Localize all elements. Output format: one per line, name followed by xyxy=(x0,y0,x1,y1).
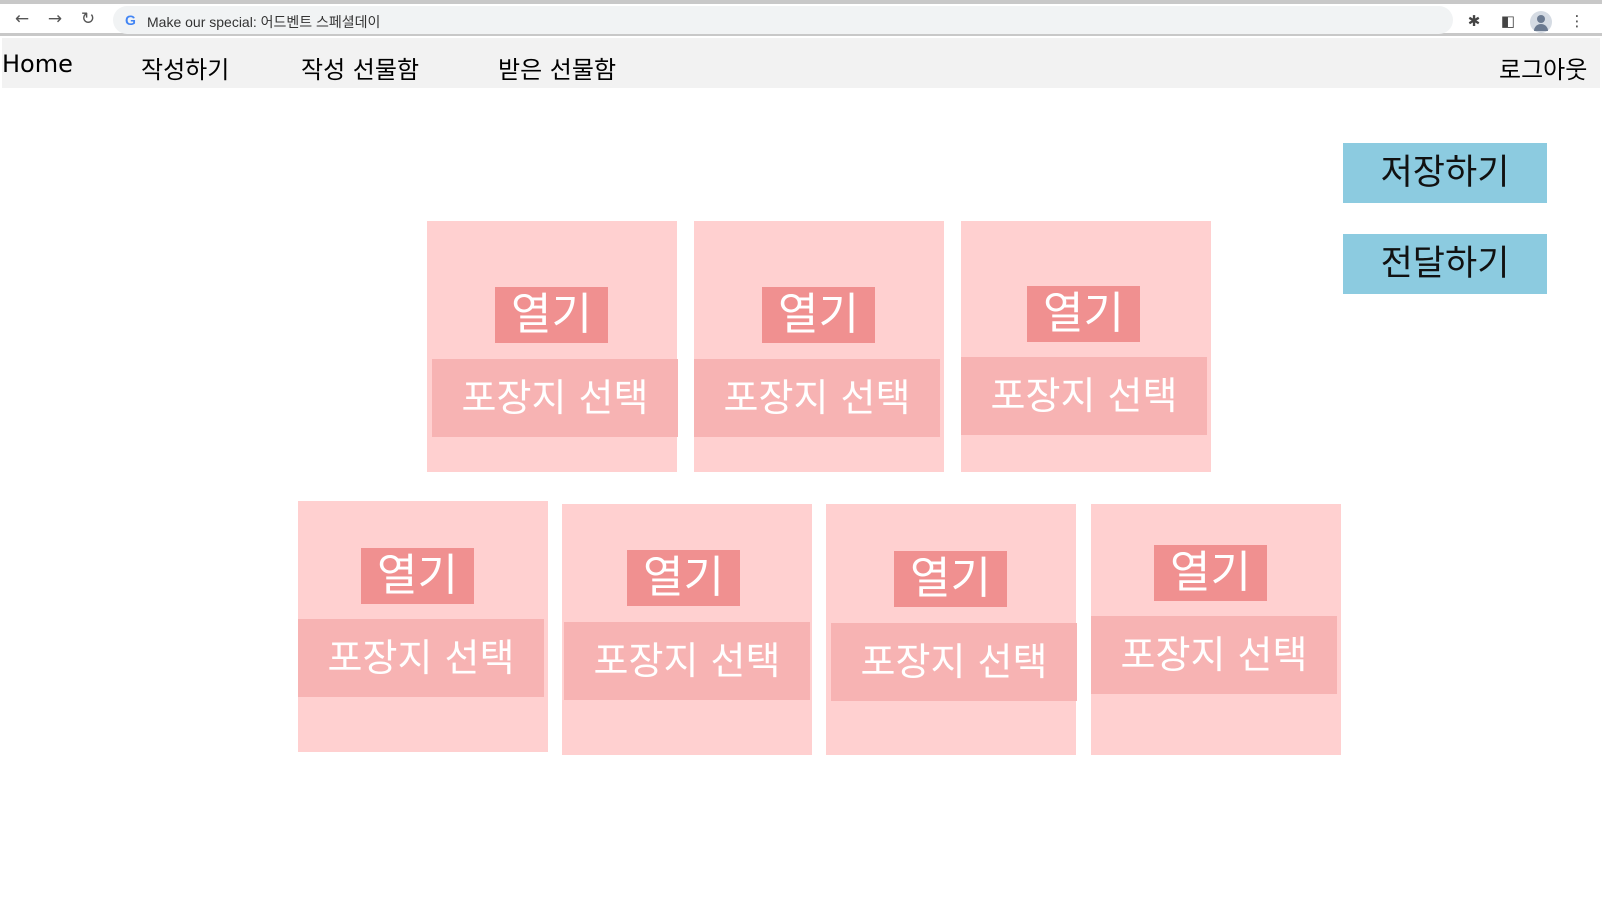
back-arrow-icon[interactable]: ← xyxy=(11,8,33,30)
open-button[interactable]: 열기 xyxy=(1027,286,1140,342)
nav-write[interactable]: 작성하기 xyxy=(141,50,229,85)
gift-box: 열기 포장지 선택 xyxy=(562,504,812,755)
wrap-select-button[interactable]: 포장지 선택 xyxy=(694,359,940,437)
open-button[interactable]: 열기 xyxy=(361,548,474,604)
wrap-select-button[interactable]: 포장지 선택 xyxy=(432,359,678,437)
address-bar[interactable]: G Make our special: 어드벤트 스페셜데이 xyxy=(113,6,1453,34)
nav-written-box[interactable]: 작성 선물함 xyxy=(301,50,419,85)
open-button[interactable]: 열기 xyxy=(894,551,1007,607)
nav-home[interactable]: Home xyxy=(2,50,73,78)
save-button[interactable]: 저장하기 xyxy=(1343,143,1547,203)
wrap-select-button[interactable]: 포장지 선택 xyxy=(564,622,810,700)
profile-icon[interactable] xyxy=(1530,11,1552,33)
nav-received-box[interactable]: 받은 선물함 xyxy=(498,50,616,85)
site-nav: Home 작성하기 작성 선물함 받은 선물함 로그아웃 xyxy=(2,38,1600,88)
gift-box: 열기 포장지 선택 xyxy=(1091,504,1341,755)
wrap-select-button[interactable]: 포장지 선택 xyxy=(831,623,1077,701)
gift-box: 열기 포장지 선택 xyxy=(694,221,944,472)
gift-box: 열기 포장지 선택 xyxy=(961,221,1211,472)
google-icon: G xyxy=(125,12,136,28)
kebab-menu-icon[interactable]: ⋮ xyxy=(1566,10,1588,32)
reload-icon[interactable]: ↻ xyxy=(77,8,99,30)
wrap-select-button[interactable]: 포장지 선택 xyxy=(1091,616,1337,694)
open-button[interactable]: 열기 xyxy=(495,287,608,343)
open-button[interactable]: 열기 xyxy=(1154,545,1267,601)
nav-logout[interactable]: 로그아웃 xyxy=(1499,50,1587,85)
send-button[interactable]: 전달하기 xyxy=(1343,234,1547,294)
open-button[interactable]: 열기 xyxy=(627,550,740,606)
gift-box: 열기 포장지 선택 xyxy=(427,221,678,472)
puzzle-icon[interactable]: ✱ xyxy=(1463,10,1485,32)
browser-toolbar: ← → ↻ G Make our special: 어드벤트 스페셜데이 ✱ ◧… xyxy=(0,0,1602,36)
open-button[interactable]: 열기 xyxy=(762,287,875,343)
address-text[interactable]: Make our special: 어드벤트 스페셜데이 xyxy=(147,12,380,32)
wrap-select-button[interactable]: 포장지 선택 xyxy=(298,619,544,697)
gift-box: 열기 포장지 선택 xyxy=(826,504,1077,755)
gift-box: 열기 포장지 선택 xyxy=(298,501,548,752)
side-panel-icon[interactable]: ◧ xyxy=(1497,10,1519,32)
wrap-select-button[interactable]: 포장지 선택 xyxy=(961,357,1207,435)
forward-arrow-icon[interactable]: → xyxy=(44,8,66,30)
